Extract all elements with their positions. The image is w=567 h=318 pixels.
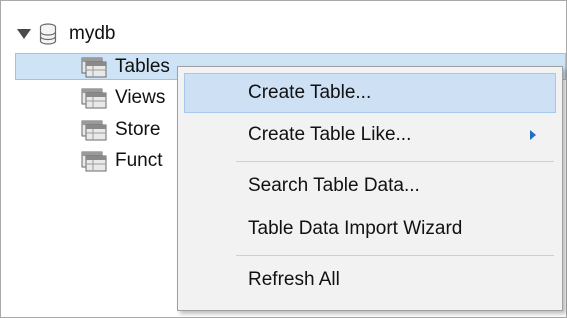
function-folder-icon — [81, 151, 107, 172]
menu-item-table-data-import-wizard[interactable]: Table Data Import Wizard — [184, 209, 556, 249]
procedure-folder-icon — [81, 120, 107, 141]
view-folder-icon — [81, 88, 107, 109]
menu-item-refresh-all[interactable]: Refresh All — [184, 260, 556, 300]
tree-node-label: Views — [115, 87, 166, 108]
menu-separator — [236, 161, 554, 162]
context-menu: Create Table... Create Table Like... Sea… — [177, 66, 563, 311]
expand-caret-icon[interactable] — [17, 29, 31, 39]
table-folder-icon — [81, 57, 107, 78]
menu-separator — [236, 255, 554, 256]
tree-node-label: Tables — [115, 56, 170, 77]
submenu-arrow-icon — [530, 130, 536, 140]
tree-node-views[interactable]: Views — [81, 85, 165, 111]
menu-item-label: Refresh All — [248, 269, 340, 290]
tree-node-label: Funct — [115, 150, 163, 171]
menu-item-create-table[interactable]: Create Table... — [184, 73, 556, 113]
tree-node-label: mydb — [69, 23, 116, 44]
database-icon — [39, 23, 57, 45]
tree-node-stored-procedures[interactable]: Store — [81, 117, 160, 143]
menu-item-label: Create Table Like... — [248, 124, 412, 145]
menu-item-search-table-data[interactable]: Search Table Data... — [184, 166, 556, 206]
menu-item-label: Table Data Import Wizard — [248, 218, 463, 239]
tree-node-label: Store — [115, 119, 161, 140]
tree-node-tables[interactable]: Tables — [81, 54, 170, 80]
tree-node-functions[interactable]: Funct — [81, 148, 163, 174]
tree-node-mydb[interactable]: mydb — [17, 21, 115, 47]
menu-item-label: Search Table Data... — [248, 175, 420, 196]
menu-item-create-table-like[interactable]: Create Table Like... — [184, 115, 556, 155]
menu-item-label: Create Table... — [248, 82, 372, 103]
